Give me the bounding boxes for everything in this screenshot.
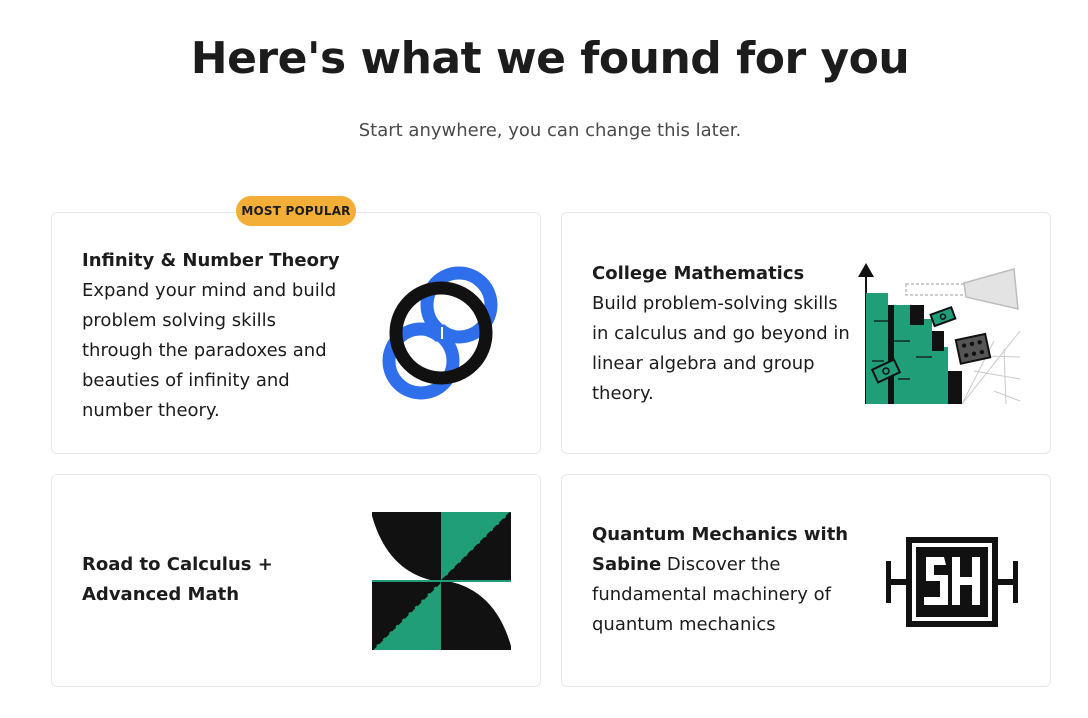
course-card-text: College Mathematics Build problem-solvin… [592,259,854,409]
course-title: Road to Calculus + Advanced Math [82,554,273,605]
page-title: Here's what we found for you [190,33,910,84]
calculus-collage-icon [858,263,1021,405]
course-title: Infinity & Number Theory [82,250,340,271]
results-page: Here's what we found for you Start anywh… [0,0,1088,718]
calculus-tile-icon [372,512,511,650]
course-card-college-mathematics[interactable]: College Mathematics Build problem-solvin… [561,212,1051,454]
course-card-infinity-number-theory[interactable]: Infinity & Number Theory Expand your min… [51,212,541,454]
sh-monogram-icon [886,537,1018,627]
course-card-text: Road to Calculus + Advanced Math [82,550,344,610]
course-card-text: Infinity & Number Theory Expand your min… [82,246,344,426]
course-description: Build problem-solving skills in calculus… [592,293,850,404]
interlocking-rings-icon [382,266,498,400]
course-description: Expand your mind and build problem solvi… [82,280,337,421]
course-title: College Mathematics [592,263,805,284]
course-card-road-to-calculus[interactable]: Road to Calculus + Advanced Math [51,474,541,687]
page-subtitle: Start anywhere, you can change this late… [358,120,742,141]
course-card-text: Quantum Mechanics with Sabine Discover t… [592,520,854,640]
course-card-quantum-mechanics[interactable]: Quantum Mechanics with Sabine Discover t… [561,474,1051,687]
most-popular-badge: MOST POPULAR [236,196,356,226]
